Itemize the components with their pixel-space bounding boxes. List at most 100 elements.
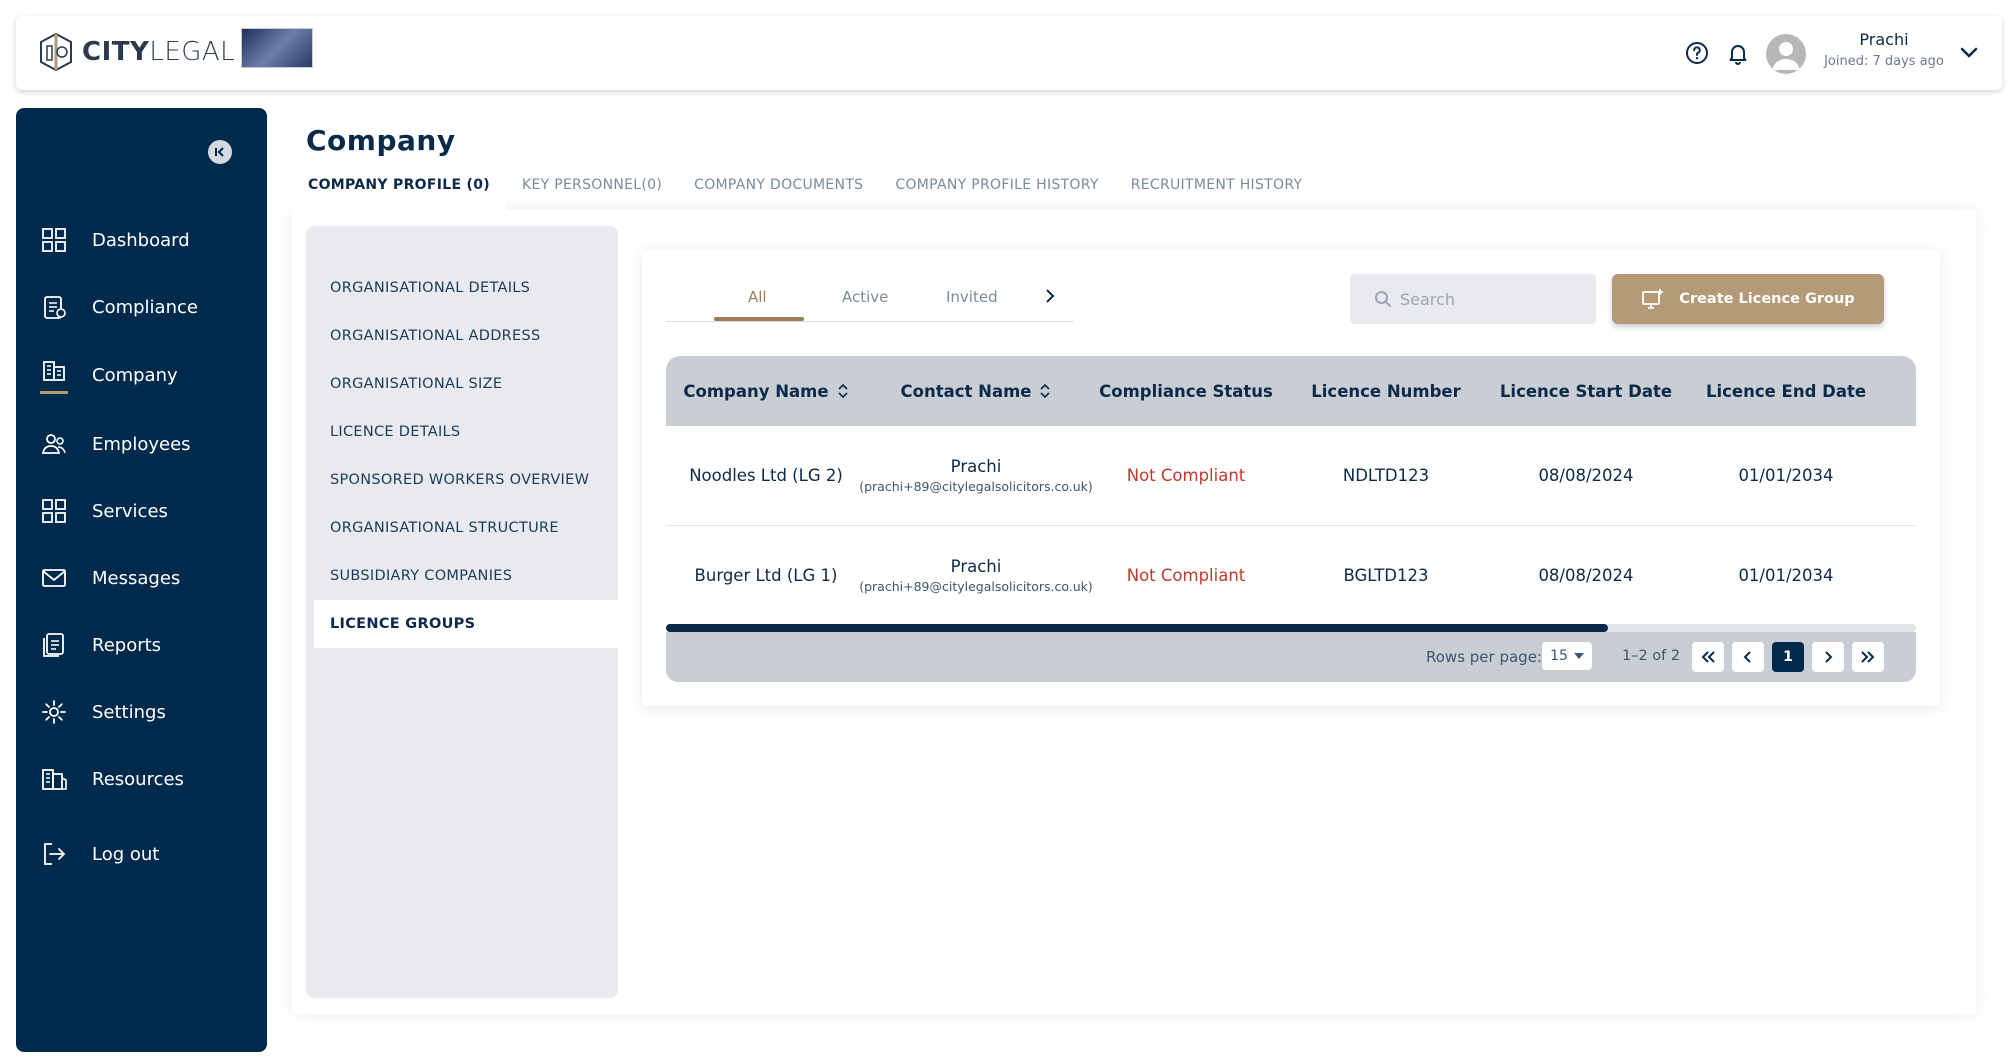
sort-icon [838, 383, 848, 399]
subnav-licence-groups[interactable]: LICENCE GROUPS [314, 600, 618, 648]
cell-compliance-status: Not Compliant [1126, 565, 1246, 585]
sidebar: Dashboard Compliance Company Employees S… [16, 108, 267, 1052]
column-contact-name[interactable]: Contact Name [866, 356, 1086, 426]
company-icon [43, 361, 65, 381]
contact-name: Prachi [950, 557, 1002, 577]
rows-per-page-select[interactable]: 15 [1542, 642, 1592, 670]
sidebar-item-label: Resources [92, 768, 184, 790]
subnav-licence-details[interactable]: LICENCE DETAILS [314, 408, 618, 456]
user-name: Prachi [1859, 30, 1909, 49]
sidebar-item-label: Compliance [92, 296, 198, 318]
sidebar-item-label: Company [92, 364, 178, 386]
licence-groups-table: Company Name Contact Name Compliance Sta… [666, 356, 1916, 682]
search-box[interactable] [1350, 274, 1596, 324]
cell-licence-number: NDLTD123 [1342, 465, 1430, 485]
cell-contact: Prachi (prachi+89@citylegalsolicitors.co… [859, 526, 1093, 626]
column-licence-end-date: Licence End Date [1686, 356, 1886, 426]
table-header: Company Name Contact Name Compliance Sta… [666, 356, 1916, 426]
column-company-name[interactable]: Company Name [666, 356, 866, 426]
contact-email: (prachi+89@citylegalsolicitors.co.uk) [859, 578, 1093, 594]
cell-contact: Prachi (prachi+89@citylegalsolicitors.co… [859, 426, 1093, 526]
tab-company-profile[interactable]: COMPANY PROFILE (0) [292, 166, 506, 210]
cell-licence-start-date: 08/08/2024 [1538, 465, 1634, 485]
cell-licence-number: BGLTD123 [1343, 565, 1429, 585]
active-filter-indicator [714, 317, 804, 321]
messages-icon [42, 569, 66, 587]
column-label: Licence End Date [1705, 381, 1867, 401]
rows-per-page-value: 15 [1550, 648, 1568, 664]
chevron-right-icon [1825, 651, 1833, 663]
page-title: Company [306, 124, 456, 157]
collapse-icon [215, 147, 224, 157]
cell-licence-end-date: 01/01/2034 [1738, 565, 1834, 585]
column-label: Licence Number [1311, 381, 1461, 401]
table-row[interactable]: Noodles Ltd (LG 2) Prachi (prachi+89@cit… [666, 426, 1916, 526]
company-badge-image [241, 28, 313, 68]
create-licence-group-button[interactable]: Create Licence Group [1612, 274, 1884, 324]
column-compliance-status: Compliance Status [1086, 356, 1286, 426]
help-icon[interactable] [1680, 36, 1714, 70]
filter-invited[interactable]: Invited [946, 288, 998, 306]
create-licence-group-label: Create Licence Group [1679, 291, 1855, 307]
filter-all[interactable]: All [748, 288, 767, 306]
sidebar-item-label: Dashboard [92, 229, 190, 251]
cell-licence-start-date: 08/08/2024 [1538, 565, 1634, 585]
user-joined-text: Joined: 7 days ago [1824, 54, 1944, 69]
compliance-icon [44, 296, 66, 319]
subnav-organisational-details[interactable]: ORGANISATIONAL DETAILS [314, 264, 618, 312]
column-label: Compliance Status [1099, 381, 1273, 401]
reports-icon [43, 633, 64, 657]
sidebar-item-logout[interactable]: Log out [40, 834, 260, 874]
scrollbar-thumb[interactable] [666, 624, 1608, 632]
double-chevron-right-icon [1861, 651, 1875, 663]
subnav-organisational-size[interactable]: ORGANISATIONAL SIZE [314, 360, 618, 408]
last-page-button[interactable] [1852, 642, 1884, 672]
contact-name: Prachi [950, 457, 1002, 477]
sidebar-item-label: Settings [92, 701, 166, 723]
column-label: Company Name [683, 381, 829, 401]
logout-icon [44, 843, 66, 865]
city-legal-logo[interactable]: CITYLEGAL [38, 28, 235, 76]
column-licence-start-date: Licence Start Date [1486, 356, 1686, 426]
sidebar-item-compliance[interactable]: Compliance [40, 287, 260, 327]
search-input[interactable] [1400, 289, 1580, 309]
subnav-subsidiary-companies[interactable]: SUBSIDIARY COMPANIES [314, 552, 618, 600]
horizontal-scrollbar[interactable] [666, 624, 1916, 632]
profile-tabs: COMPANY PROFILE (0) KEY PERSONNEL(0) COM… [292, 166, 1318, 210]
sidebar-item-dashboard[interactable]: Dashboard [40, 220, 260, 260]
subnav-organisational-structure[interactable]: ORGANISATIONAL STRUCTURE [314, 504, 618, 552]
collapse-sidebar-button[interactable] [208, 140, 232, 164]
search-icon [1375, 291, 1391, 307]
tab-company-profile-history[interactable]: COMPANY PROFILE HISTORY [879, 166, 1114, 210]
tab-company-documents[interactable]: COMPANY DOCUMENTS [678, 166, 879, 210]
sidebar-item-reports[interactable]: Reports [40, 625, 260, 665]
column-licence-number: Licence Number [1286, 356, 1486, 426]
page-1-button[interactable]: 1 [1772, 642, 1804, 672]
first-page-button[interactable] [1692, 642, 1724, 672]
logo-mark-icon [40, 32, 72, 72]
sidebar-item-company[interactable]: Company [40, 355, 260, 395]
sidebar-item-messages[interactable]: Messages [40, 558, 260, 598]
sidebar-item-employees[interactable]: Employees [40, 424, 260, 464]
chevron-right-icon[interactable] [1042, 286, 1058, 310]
filter-active[interactable]: Active [842, 288, 888, 306]
sidebar-item-services[interactable]: Services [40, 491, 260, 531]
page-range-text: 1–2 of 2 [1622, 648, 1681, 664]
column-label: Licence Start Date [1499, 381, 1673, 401]
next-page-button[interactable] [1812, 642, 1844, 672]
sidebar-item-label: Reports [92, 634, 162, 656]
bell-icon[interactable] [1721, 36, 1755, 70]
cell-company-name: Noodles Ltd (LG 2) [689, 465, 843, 485]
previous-page-button[interactable] [1732, 642, 1764, 672]
subnav-organisational-address[interactable]: ORGANISATIONAL ADDRESS [314, 312, 618, 360]
chevron-down-icon[interactable] [1958, 42, 1980, 68]
tab-key-personnel[interactable]: KEY PERSONNEL(0) [506, 166, 678, 210]
sidebar-item-settings[interactable]: Settings [40, 692, 260, 732]
table-row[interactable]: Burger Ltd (LG 1) Prachi (prachi+89@city… [666, 526, 1916, 626]
sort-icon [1040, 383, 1051, 399]
avatar[interactable] [1766, 34, 1806, 74]
sidebar-item-resources[interactable]: Resources [40, 759, 260, 799]
tab-recruitment-history[interactable]: RECRUITMENT HISTORY [1115, 166, 1319, 210]
logo-text: CITYLEGAL [82, 37, 236, 67]
subnav-sponsored-workers-overview[interactable]: SPONSORED WORKERS OVERVIEW [314, 456, 618, 504]
